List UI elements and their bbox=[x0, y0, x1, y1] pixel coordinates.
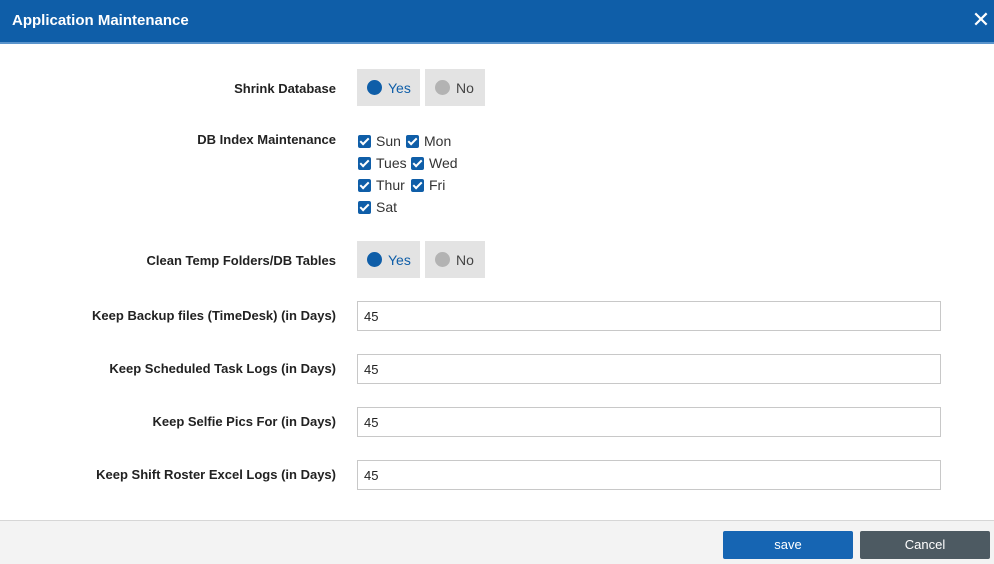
radio-selected-icon bbox=[367, 80, 382, 95]
clean-temp-yes-radio[interactable]: Yes bbox=[357, 241, 420, 278]
checkbox-checked-icon bbox=[358, 178, 371, 192]
checkbox-checked-icon bbox=[411, 178, 424, 192]
clean-temp-label: Clean Temp Folders/DB Tables bbox=[146, 253, 336, 268]
checkbox-thur[interactable]: Thur bbox=[358, 176, 405, 194]
clean-temp-no-label: No bbox=[456, 251, 474, 268]
db-index-label: DB Index Maintenance bbox=[197, 132, 336, 147]
checkbox-sat[interactable]: Sat bbox=[358, 198, 397, 216]
radio-selected-icon bbox=[367, 252, 382, 267]
checkbox-fri[interactable]: Fri bbox=[411, 176, 445, 194]
checkbox-checked-icon bbox=[358, 156, 371, 170]
shrink-database-yes-radio[interactable]: Yes bbox=[357, 69, 420, 106]
task-logs-days-label: Keep Scheduled Task Logs (in Days) bbox=[109, 361, 336, 376]
radio-unselected-icon bbox=[435, 80, 450, 95]
save-button[interactable]: save bbox=[723, 531, 853, 559]
shrink-database-no-label: No bbox=[456, 79, 474, 96]
close-icon[interactable]: ✕ bbox=[970, 8, 992, 32]
checkbox-label: Fri bbox=[429, 177, 446, 193]
task-logs-days-input[interactable] bbox=[357, 354, 941, 384]
checkbox-label: Mon bbox=[424, 133, 452, 149]
radio-unselected-icon bbox=[435, 252, 450, 267]
checkbox-label: Thur bbox=[376, 177, 405, 193]
checkbox-checked-icon bbox=[358, 134, 371, 148]
backup-days-label: Keep Backup files (TimeDesk) (in Days) bbox=[92, 308, 336, 323]
backup-days-input[interactable] bbox=[357, 301, 941, 331]
checkbox-sun[interactable]: Sun bbox=[358, 132, 401, 150]
checkbox-mon[interactable]: Mon bbox=[406, 132, 451, 150]
clean-temp-yes-label: Yes bbox=[388, 251, 411, 268]
shrink-database-label: Shrink Database bbox=[234, 81, 336, 96]
checkbox-checked-icon bbox=[358, 200, 371, 214]
selfie-days-label: Keep Selfie Pics For (in Days) bbox=[152, 414, 336, 429]
roster-days-input[interactable] bbox=[357, 460, 941, 490]
shrink-database-yes-label: Yes bbox=[388, 79, 411, 96]
shrink-database-no-radio[interactable]: No bbox=[425, 69, 485, 106]
roster-days-label: Keep Shift Roster Excel Logs (in Days) bbox=[96, 467, 336, 482]
checkbox-label: Tues bbox=[376, 155, 407, 171]
clean-temp-no-radio[interactable]: No bbox=[425, 241, 485, 278]
checkbox-label: Sat bbox=[376, 199, 398, 215]
dialog-title: Application Maintenance bbox=[12, 12, 189, 29]
checkbox-tues[interactable]: Tues bbox=[358, 154, 407, 172]
checkbox-label: Sun bbox=[376, 133, 401, 149]
selfie-days-input[interactable] bbox=[357, 407, 941, 437]
checkbox-wed[interactable]: Wed bbox=[411, 154, 458, 172]
dialog-header: Application Maintenance ✕ bbox=[0, 0, 994, 44]
checkbox-label: Wed bbox=[429, 155, 458, 171]
cancel-button[interactable]: Cancel bbox=[860, 531, 990, 559]
checkbox-checked-icon bbox=[406, 134, 419, 148]
checkbox-checked-icon bbox=[411, 156, 424, 170]
